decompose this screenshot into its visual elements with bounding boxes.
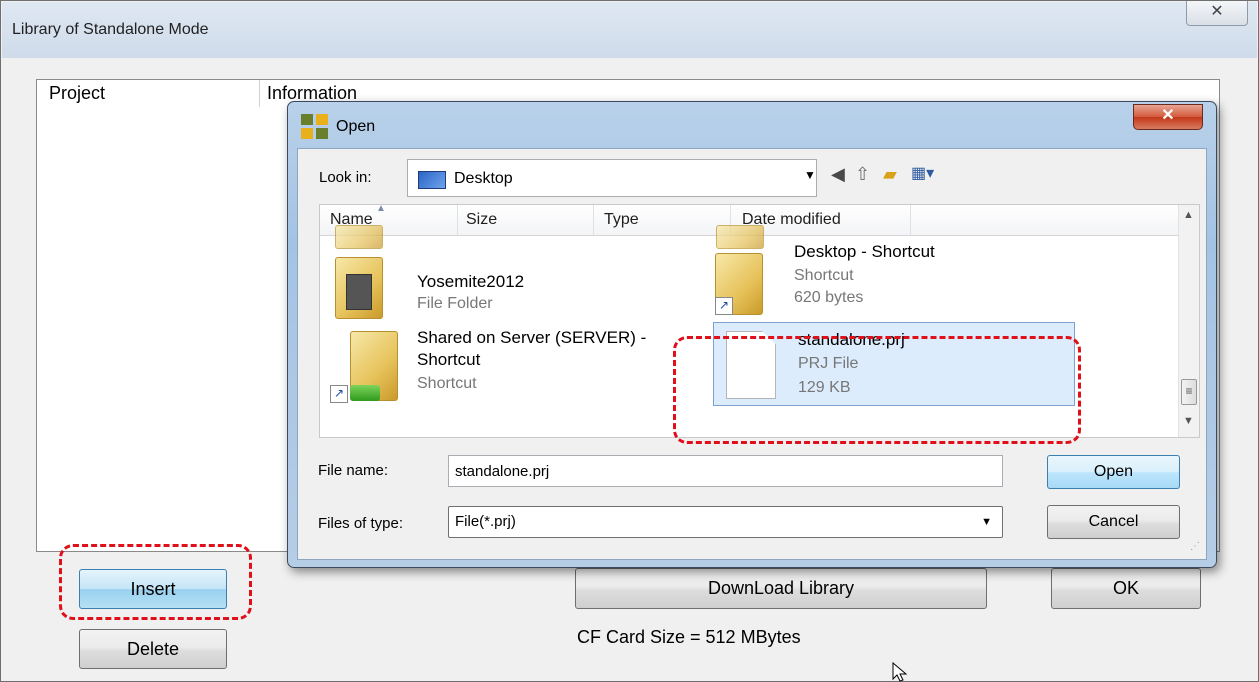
cf-card-size-label: CF Card Size = 512 MBytes xyxy=(577,627,801,647)
list-item[interactable]: Yosemite2012 File Folder xyxy=(320,255,700,319)
item-name: Shared on Server (SERVER) - xyxy=(417,328,647,347)
mouse-cursor-icon xyxy=(892,662,908,682)
item-size: 620 bytes xyxy=(794,289,864,306)
sort-ascending-icon: ▲ xyxy=(376,204,386,214)
title-bar: Library of Standalone Mode xyxy=(2,2,1257,58)
back-icon[interactable]: ◀ xyxy=(831,165,845,183)
column-header-size[interactable]: Size xyxy=(466,211,497,229)
item-name-continued: Shortcut xyxy=(417,350,481,369)
shortcut-arrow-icon: ↗ xyxy=(330,385,348,403)
column-divider[interactable] xyxy=(457,205,458,235)
file-name-input[interactable]: standalone.prj xyxy=(448,455,1003,487)
folder-icon xyxy=(335,225,383,249)
item-type: Shortcut xyxy=(417,375,477,392)
files-of-type-select[interactable]: File(*.prj) ▼ xyxy=(448,506,1003,538)
column-header-type[interactable]: Type xyxy=(604,211,639,229)
column-divider[interactable] xyxy=(593,205,594,235)
item-name: Desktop - Shortcut xyxy=(794,242,935,261)
files-of-type-label: Files of type: xyxy=(318,515,404,532)
open-button[interactable]: Open xyxy=(1047,455,1180,489)
look-in-dropdown[interactable]: Desktop ▼ xyxy=(407,159,817,197)
column-divider[interactable] xyxy=(910,205,911,235)
close-icon: ✕ xyxy=(1210,3,1224,20)
scroll-up-icon[interactable]: ▲ xyxy=(1183,209,1194,221)
highlight-file xyxy=(673,336,1081,444)
views-menu-icon[interactable]: ▦▾ xyxy=(911,165,934,183)
highlight-insert xyxy=(59,544,252,620)
open-dialog: Open ✕ Look in: Desktop ▼ ◀ ⇧ ▰ ▦▾ ▲ Nam… xyxy=(287,101,1217,568)
delete-button[interactable]: Delete xyxy=(79,629,227,669)
vertical-scrollbar[interactable]: ▲ ≡ ▼ xyxy=(1178,205,1199,437)
scroll-thumb[interactable]: ≡ xyxy=(1181,379,1197,405)
dialog-close-button[interactable]: ✕ xyxy=(1133,104,1203,130)
file-name-label: File name: xyxy=(318,462,389,479)
list-item[interactable]: ↗ Shared on Server (SERVER) - Shortcut S… xyxy=(320,323,700,408)
window-title: Library of Standalone Mode xyxy=(12,21,209,38)
dialog-title: Open xyxy=(336,118,376,135)
close-button[interactable]: ✕ xyxy=(1186,1,1248,26)
folder-thumbnail xyxy=(346,274,372,310)
item-type: Shortcut xyxy=(794,267,854,284)
open-dialog-icon xyxy=(301,114,328,139)
list-item[interactable]: ↗ Desktop - Shortcut Shortcut 620 bytes xyxy=(710,233,1090,317)
files-of-type-value: File(*.prj) xyxy=(455,513,516,530)
folder-icon xyxy=(335,257,383,319)
item-name: Yosemite2012 xyxy=(417,272,525,291)
up-folder-icon[interactable]: ⇧ xyxy=(855,165,870,183)
look-in-value: Desktop xyxy=(454,170,513,187)
item-type: File Folder xyxy=(417,295,493,312)
desktop-icon xyxy=(418,171,446,189)
chevron-down-icon[interactable]: ▼ xyxy=(804,168,816,182)
scroll-down-icon[interactable]: ▼ xyxy=(1183,415,1194,427)
resize-grip-icon[interactable]: ⋰ xyxy=(1190,541,1200,552)
close-icon: ✕ xyxy=(1161,107,1175,124)
chevron-down-icon: ▼ xyxy=(981,516,992,528)
cancel-button[interactable]: Cancel xyxy=(1047,505,1180,539)
column-header-project[interactable]: Project xyxy=(49,80,105,107)
ok-button[interactable]: OK xyxy=(1051,568,1201,609)
shortcut-arrow-icon: ↗ xyxy=(715,297,733,315)
network-icon xyxy=(350,385,380,401)
column-divider xyxy=(259,80,260,107)
look-in-label: Look in: xyxy=(319,169,372,186)
download-library-button[interactable]: DownLoad Library xyxy=(575,568,987,609)
new-folder-icon[interactable]: ▰ xyxy=(883,165,897,183)
